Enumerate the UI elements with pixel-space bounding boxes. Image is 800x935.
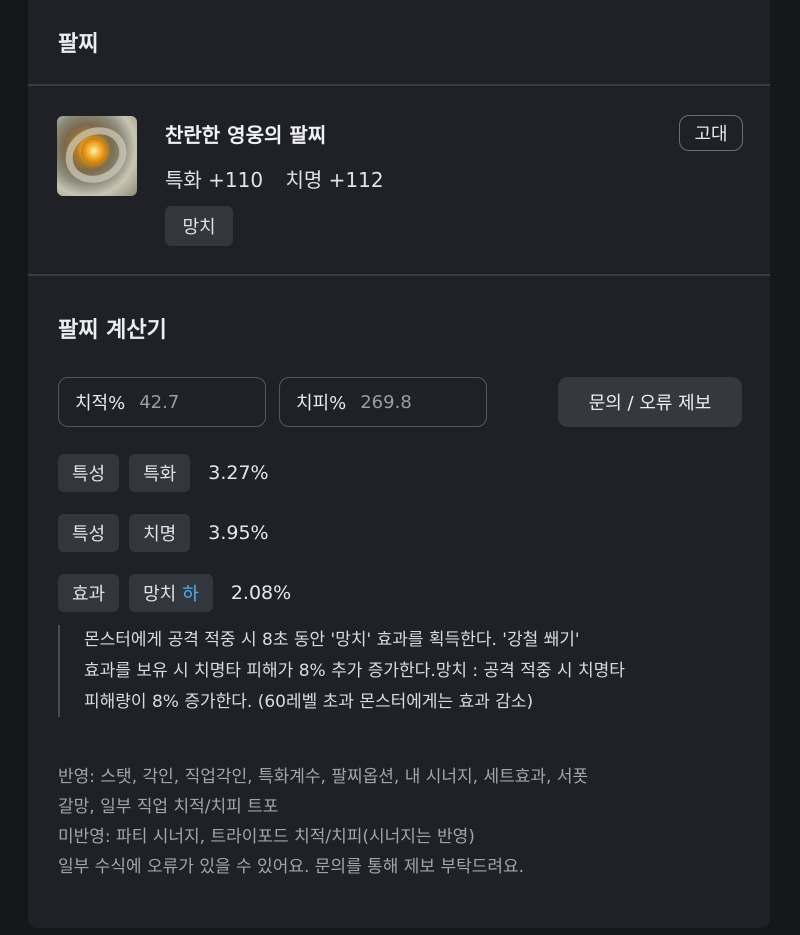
crit-rate-value[interactable]: 42.7 [139,392,179,413]
description-line: 효과를 보유 시 치명타 피해가 8% 추가 증가한다.망치 : 공격 적중 시… [84,661,625,681]
bracelet-icon [57,116,137,196]
category-tag: 특성 [58,514,120,552]
bracelet-panel: 팔찌 찬란한 영웅의 팔찌 특화 +110 치명 +112 고대 망치 팔찌 계… [28,0,770,928]
note-line: 갈망, 일부 직업 치적/치피 트포 [58,797,279,817]
effect-grade: 하 [182,584,199,605]
crit-rate-label: 치적% [75,393,126,414]
item-stats: 특화 +110 치명 +112 [165,164,400,193]
crit-rate-field[interactable]: 치적% 42.7 [58,377,266,427]
result-row: 효과 망치 하 2.08% [58,574,291,612]
panel-header: 팔찌 [28,0,770,86]
item-stat-crit: 치명 +112 [285,168,384,192]
note-line: 미반영: 파티 시너지, 트라이포드 치적/치피(시너지는 반영) [58,827,475,847]
grade-badge: 고대 [679,115,743,151]
calculator-title: 팔찌 계산기 [58,318,167,343]
category-tag: 효과 [58,574,120,612]
item-name: 찬란한 영웅의 팔찌 [165,123,327,147]
result-row: 특성 특화 3.27% [58,454,269,492]
stat-tag: 치명 [129,514,191,552]
description-line: 몬스터에게 공격 적중 시 8초 동안 '망치' 효과를 획득한다. '강철 쐐… [84,630,580,650]
percent-value: 3.95% [208,522,269,544]
stat-tag: 특화 [129,454,191,492]
percent-value: 2.08% [230,582,292,604]
crit-damage-value[interactable]: 269.8 [360,392,412,413]
item-section: 찬란한 영웅의 팔찌 특화 +110 치명 +112 고대 망치 [28,86,770,276]
item-stat-specialization: 특화 +110 [165,168,264,192]
note-line: 일부 수식에 오류가 있을 수 있어요. 문의를 통해 제보 부탁드려요. [58,857,525,877]
note-line: 반영: 스탯, 각인, 직업각인, 특화계수, 팔찌옵션, 내 시너지, 세트효… [58,767,589,787]
calculator-notes: 반영: 스탯, 각인, 직업각인, 특화계수, 팔찌옵션, 내 시너지, 세트효… [58,762,748,882]
description-line: 피해량이 8% 증가한다. (60레벨 초과 몬스터에게는 효과 감소) [84,692,534,712]
effect-tag: 망치 [165,206,233,246]
panel-title: 팔찌 [58,32,99,57]
report-button[interactable]: 문의 / 오류 제보 [558,377,742,427]
crit-damage-field[interactable]: 치피% 269.8 [279,377,487,427]
effect-grade-tag: 망치 하 [129,574,213,612]
effect-description: 몬스터에게 공격 적중 시 8초 동안 '망치' 효과를 획득한다. '강철 쐐… [58,625,748,717]
crit-damage-label: 치피% [296,393,347,414]
stat-label: 망치 [143,584,177,605]
result-row: 특성 치명 3.95% [58,514,269,552]
category-tag: 특성 [58,454,120,492]
percent-value: 3.27% [208,462,269,484]
